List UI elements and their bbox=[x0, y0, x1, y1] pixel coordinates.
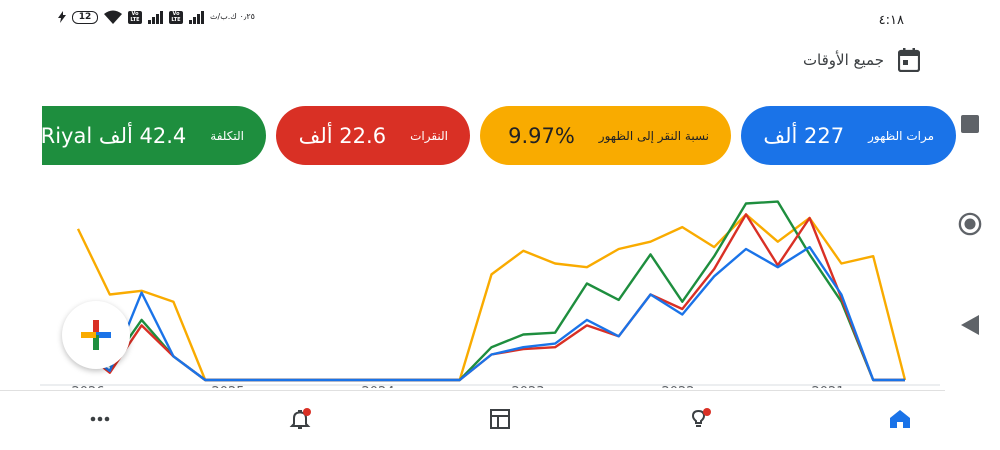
metric-label: النقرات bbox=[410, 128, 448, 143]
notification-badge bbox=[703, 408, 711, 416]
tab-recommendations[interactable] bbox=[686, 405, 714, 433]
tab-home[interactable] bbox=[886, 405, 914, 433]
battery-icon: 12 bbox=[72, 10, 98, 24]
tab-more[interactable] bbox=[86, 405, 114, 433]
lightbulb-icon bbox=[691, 408, 711, 427]
network-speed: ٠٫٢٥ ك.ب/ث bbox=[210, 12, 255, 21]
performance-line-chart[interactable]: 2026 2025 2024 2023 2022 2021 bbox=[0, 178, 945, 388]
metric-value: 22.6 ألف bbox=[298, 123, 387, 148]
tab-campaigns[interactable] bbox=[486, 405, 514, 433]
metric-clicks[interactable]: النقرات 22.6 ألف bbox=[276, 106, 470, 165]
battery-level: 12 bbox=[78, 12, 92, 22]
date-range-selector[interactable]: جميع الأوقات bbox=[803, 44, 920, 76]
bottom-navigation bbox=[0, 390, 945, 450]
volte-icon: Vo LTE bbox=[169, 10, 183, 24]
add-fab-button[interactable] bbox=[62, 301, 130, 369]
system-navigation bbox=[955, 100, 985, 360]
metric-label: مرات الظهور bbox=[868, 128, 934, 143]
bell-icon bbox=[289, 408, 311, 429]
metric-value: 9.97% bbox=[508, 123, 575, 148]
series-line-3 bbox=[77, 200, 905, 382]
date-range-label: جميع الأوقات bbox=[802, 51, 884, 69]
metric-cost[interactable]: التكلفة 42.4 ألف Riyal bbox=[40, 106, 266, 165]
calendar-icon bbox=[898, 48, 920, 72]
google-plus-icon bbox=[81, 320, 111, 350]
wifi-icon bbox=[104, 10, 122, 24]
status-time: ٤:١٨ bbox=[878, 13, 904, 28]
metric-value: 42.4 ألف Riyal bbox=[40, 123, 187, 148]
volte-icon: Vo LTE bbox=[128, 10, 142, 24]
metric-label: نسبة النقر إلى الظهور bbox=[598, 128, 709, 143]
home-icon bbox=[890, 410, 910, 428]
metric-value: 227 ألف bbox=[763, 123, 845, 148]
tab-notifications[interactable] bbox=[286, 405, 314, 433]
square-icon[interactable] bbox=[958, 112, 982, 136]
x-tick-label: 2025 bbox=[211, 385, 244, 388]
status-icons: 12 Vo LTE Vo LTE ٠٫٢٥ ك.ب/ث bbox=[58, 10, 255, 24]
signal-icon bbox=[189, 10, 204, 24]
metric-impressions[interactable]: مرات الظهور 227 ألف bbox=[741, 106, 956, 165]
table-icon bbox=[490, 409, 510, 429]
signal-icon bbox=[148, 10, 163, 24]
metric-ctr[interactable]: نسبة النقر إلى الظهور 9.97% bbox=[480, 106, 731, 165]
record-icon[interactable] bbox=[958, 212, 982, 236]
notification-badge bbox=[303, 408, 311, 416]
x-tick-label: 2024 bbox=[361, 385, 394, 388]
x-tick-label: 2022 bbox=[661, 385, 694, 388]
status-bar: 12 Vo LTE Vo LTE ٠٫٢٥ ك.ب/ث ٤:١٨ bbox=[0, 0, 1000, 44]
series-line-0 bbox=[77, 245, 905, 382]
charging-bolt-icon bbox=[58, 11, 66, 23]
x-tick-label: 2026 bbox=[71, 385, 104, 388]
back-icon[interactable] bbox=[958, 313, 982, 337]
metric-label: التكلفة bbox=[210, 128, 244, 143]
more-horizontal-icon bbox=[90, 416, 110, 422]
x-tick-label: 2023 bbox=[511, 385, 544, 388]
x-tick-label: 2021 bbox=[811, 385, 844, 388]
